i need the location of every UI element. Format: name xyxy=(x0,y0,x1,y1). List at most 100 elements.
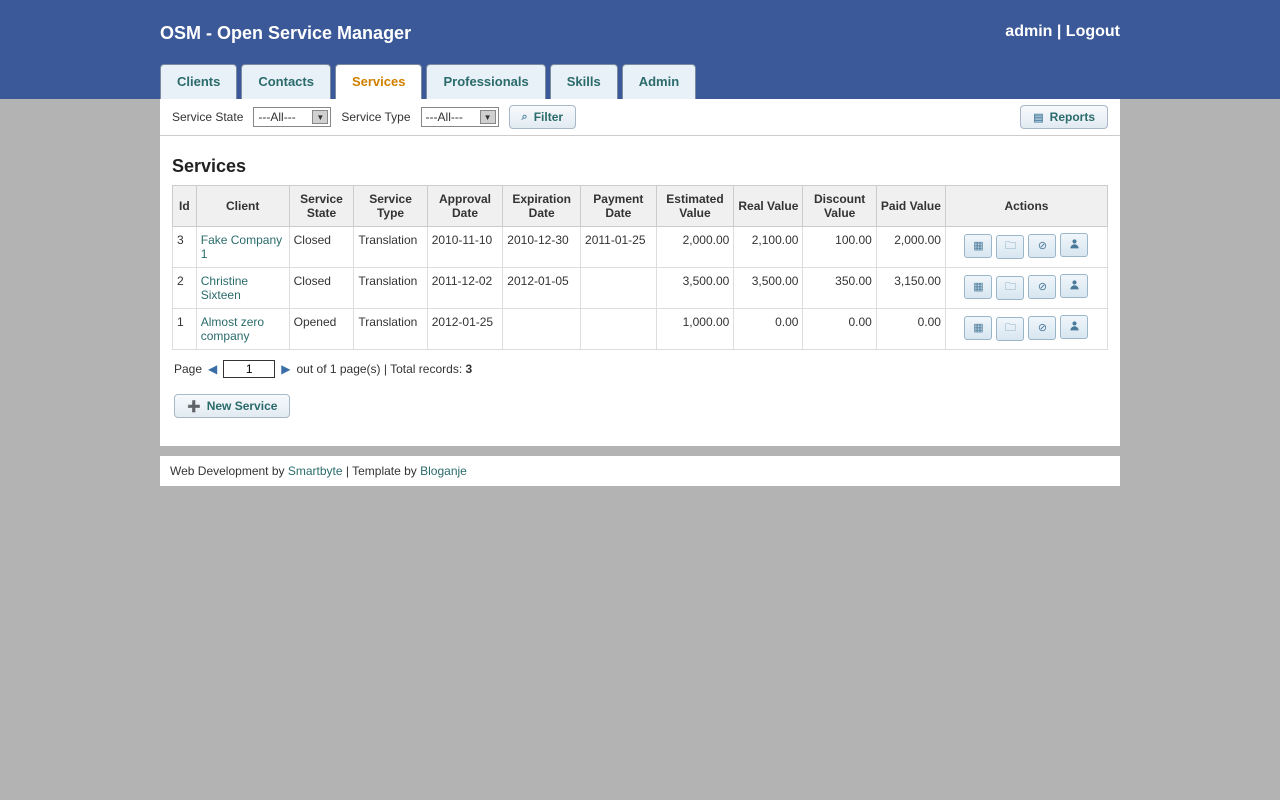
folder-icon: 🗀 xyxy=(1005,278,1016,297)
action-user-button[interactable] xyxy=(1060,274,1088,298)
client-link[interactable]: Fake Company 1 xyxy=(201,233,283,261)
new-service-button[interactable]: ➕ New Service xyxy=(174,394,290,418)
cell-payment: 2011-01-25 xyxy=(581,227,657,268)
action-block-button[interactable]: ⊘ xyxy=(1028,275,1056,299)
filter-button[interactable]: ⌕ Filter xyxy=(509,105,577,129)
action-open-button[interactable]: 🗀 xyxy=(996,317,1024,341)
service-state-label: Service State xyxy=(172,110,243,124)
block-icon: ⊘ xyxy=(1038,321,1047,334)
app-title: OSM - Open Service Manager xyxy=(160,23,411,44)
cell-expiration xyxy=(503,309,581,350)
cell-actions: ▦ 🗀 ⊘ xyxy=(945,227,1107,268)
folder-icon: 🗀 xyxy=(1005,237,1016,256)
table-row: 1Almost zero companyOpenedTranslation201… xyxy=(173,309,1108,350)
main-container: Service State ---All--- ▼ Service Type -… xyxy=(160,99,1120,446)
tab-contacts[interactable]: Contacts xyxy=(241,64,331,99)
cell-type: Translation xyxy=(354,309,427,350)
cell-state: Closed xyxy=(289,268,354,309)
service-state-select[interactable]: ---All--- ▼ xyxy=(253,107,331,127)
cell-discount: 100.00 xyxy=(803,227,876,268)
service-type-select[interactable]: ---All--- ▼ xyxy=(421,107,499,127)
cell-paid: 3,150.00 xyxy=(876,268,945,309)
tab-admin[interactable]: Admin xyxy=(622,64,696,99)
cell-real: 0.00 xyxy=(734,309,803,350)
block-icon: ⊘ xyxy=(1038,239,1047,252)
cell-id: 3 xyxy=(173,227,197,268)
cell-expiration: 2010-12-30 xyxy=(503,227,581,268)
services-table: Id Client Service State Service Type App… xyxy=(172,185,1108,350)
footer-link-bloganje[interactable]: Bloganje xyxy=(420,464,467,478)
action-user-button[interactable] xyxy=(1060,315,1088,339)
prev-page-icon[interactable]: ◀ xyxy=(208,362,217,376)
action-block-button[interactable]: ⊘ xyxy=(1028,234,1056,258)
col-discount: Discount Value xyxy=(803,186,876,227)
folder-icon: 🗀 xyxy=(1005,319,1016,338)
person-icon xyxy=(1069,279,1080,293)
page-label: Page xyxy=(174,362,202,376)
col-actions: Actions xyxy=(945,186,1107,227)
cell-actions: ▦ 🗀 ⊘ xyxy=(945,268,1107,309)
cell-state: Opened xyxy=(289,309,354,350)
page-input[interactable] xyxy=(223,360,275,378)
person-icon xyxy=(1069,238,1080,252)
col-payment: Payment Date xyxy=(581,186,657,227)
action-view-button[interactable]: ▦ xyxy=(964,234,992,258)
cell-approval: 2012-01-25 xyxy=(427,309,503,350)
service-type-label: Service Type xyxy=(341,110,410,124)
block-icon: ⊘ xyxy=(1038,280,1047,293)
action-open-button[interactable]: 🗀 xyxy=(996,235,1024,259)
logout-link[interactable]: Logout xyxy=(1066,23,1120,40)
col-expiration: Expiration Date xyxy=(503,186,581,227)
page-title: Services xyxy=(172,156,1108,177)
action-open-button[interactable]: 🗀 xyxy=(996,276,1024,300)
table-header-row: Id Client Service State Service Type App… xyxy=(173,186,1108,227)
cell-actions: ▦ 🗀 ⊘ xyxy=(945,309,1107,350)
col-real: Real Value xyxy=(734,186,803,227)
filter-bar: Service State ---All--- ▼ Service Type -… xyxy=(160,99,1120,136)
tab-clients[interactable]: Clients xyxy=(160,64,237,99)
total-records: 3 xyxy=(465,362,472,376)
reports-button[interactable]: ▤ Reports xyxy=(1020,105,1108,129)
chevron-down-icon: ▼ xyxy=(312,110,328,124)
client-link[interactable]: Almost zero company xyxy=(201,315,283,343)
cell-client: Almost zero company xyxy=(196,309,289,350)
cell-paid: 0.00 xyxy=(876,309,945,350)
table-row: 3Fake Company 1ClosedTranslation2010-11-… xyxy=(173,227,1108,268)
cell-discount: 0.00 xyxy=(803,309,876,350)
user-links: admin | Logout xyxy=(1005,23,1120,41)
cell-paid: 2,000.00 xyxy=(876,227,945,268)
cell-payment xyxy=(581,309,657,350)
col-estimated: Estimated Value xyxy=(656,186,734,227)
cell-client: Christine Sixteen xyxy=(196,268,289,309)
top-bar: OSM - Open Service Manager admin | Logou… xyxy=(0,0,1280,99)
cell-estimated: 1,000.00 xyxy=(656,309,734,350)
footer: Web Development by Smartbyte | Template … xyxy=(160,456,1120,486)
cell-state: Closed xyxy=(289,227,354,268)
action-view-button[interactable]: ▦ xyxy=(964,275,992,299)
table-row: 2Christine SixteenClosedTranslation2011-… xyxy=(173,268,1108,309)
cell-payment xyxy=(581,268,657,309)
user-name-link[interactable]: admin xyxy=(1005,23,1052,40)
cell-id: 1 xyxy=(173,309,197,350)
cell-id: 2 xyxy=(173,268,197,309)
nav-tabs: Clients Contacts Services Professionals … xyxy=(160,64,696,99)
tab-services[interactable]: Services xyxy=(335,64,423,99)
client-link[interactable]: Christine Sixteen xyxy=(201,274,283,302)
cell-type: Translation xyxy=(354,227,427,268)
action-block-button[interactable]: ⊘ xyxy=(1028,316,1056,340)
footer-link-smartbyte[interactable]: Smartbyte xyxy=(288,464,343,478)
cell-expiration: 2012-01-05 xyxy=(503,268,581,309)
person-icon xyxy=(1069,320,1080,334)
col-type: Service Type xyxy=(354,186,427,227)
cell-estimated: 2,000.00 xyxy=(656,227,734,268)
cell-approval: 2010-11-10 xyxy=(427,227,503,268)
action-view-button[interactable]: ▦ xyxy=(964,316,992,340)
tab-professionals[interactable]: Professionals xyxy=(426,64,545,99)
tab-skills[interactable]: Skills xyxy=(550,64,618,99)
action-user-button[interactable] xyxy=(1060,233,1088,257)
cell-real: 3,500.00 xyxy=(734,268,803,309)
next-page-icon[interactable]: ▶ xyxy=(281,362,290,376)
col-id: Id xyxy=(173,186,197,227)
pager: Page ◀ ▶ out of 1 page(s) | Total record… xyxy=(172,350,1108,388)
col-client: Client xyxy=(196,186,289,227)
